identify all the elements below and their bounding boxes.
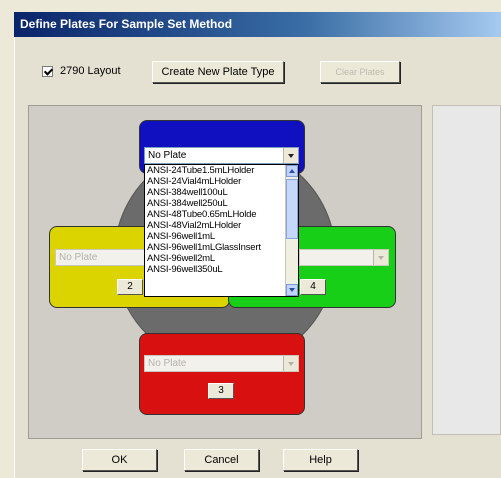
plate-1-select[interactable]: No Plate xyxy=(144,147,299,164)
plate-3-select-value: No Plate xyxy=(148,358,187,369)
list-item[interactable]: ANSI-384well250uL xyxy=(145,198,285,209)
dropdown-scrollbar[interactable] xyxy=(285,165,298,296)
plate-3-select[interactable]: No Plate xyxy=(144,355,299,372)
chevron-down-icon[interactable] xyxy=(283,148,298,163)
list-item[interactable]: ANSI-48Tube0.65mLHolde xyxy=(145,209,285,220)
chevron-down-icon[interactable] xyxy=(283,356,298,371)
plate-4-number: 4 xyxy=(300,279,326,295)
plate-position-3[interactable] xyxy=(139,333,305,415)
window-title: Define Plates For Sample Set Method xyxy=(20,17,233,31)
layout-checkbox-label: 2790 Layout xyxy=(60,65,121,77)
plate-2-number: 2 xyxy=(117,279,143,295)
plate-2-select-value: No Plate xyxy=(59,252,98,263)
plate-2-select[interactable]: No Plate xyxy=(55,249,155,266)
list-item[interactable]: ANSI-96well2mL xyxy=(145,253,285,264)
list-item[interactable]: ANSI-24Vial4mLHolder xyxy=(145,176,285,187)
list-item[interactable]: ANSI-48Vial2mLHolder xyxy=(145,220,285,231)
scroll-down-icon[interactable] xyxy=(286,284,298,296)
side-panel xyxy=(432,105,501,435)
scroll-thumb[interactable] xyxy=(286,179,298,239)
title-bar: Define Plates For Sample Set Method xyxy=(14,12,501,37)
list-item[interactable]: ANSI-96well1mL xyxy=(145,231,285,242)
create-plate-type-button[interactable]: Create New Plate Type xyxy=(152,61,284,83)
plate-1-select-value: No Plate xyxy=(148,150,187,161)
scroll-up-icon[interactable] xyxy=(286,165,298,177)
layout-checkbox[interactable] xyxy=(42,66,53,77)
help-button[interactable]: Help xyxy=(283,449,358,471)
list-item[interactable]: ANSI-24Tube1.5mLHolder xyxy=(145,165,285,176)
list-item[interactable]: ANSI-384well100uL xyxy=(145,187,285,198)
plate-3-number: 3 xyxy=(208,383,234,399)
chevron-down-icon[interactable] xyxy=(373,250,388,265)
list-item[interactable]: ANSI-96well1mLGlassInsert xyxy=(145,242,285,253)
list-item[interactable]: ANSI-96well350uL xyxy=(145,264,285,275)
cancel-button[interactable]: Cancel xyxy=(184,449,259,471)
plate-type-dropdown[interactable]: ANSI-24Tube1.5mLHolder ANSI-24Vial4mLHol… xyxy=(144,164,299,297)
plate-4-select[interactable] xyxy=(299,249,389,266)
clear-plates-button[interactable]: Clear Plates xyxy=(320,61,400,83)
ok-button[interactable]: OK xyxy=(82,449,157,471)
